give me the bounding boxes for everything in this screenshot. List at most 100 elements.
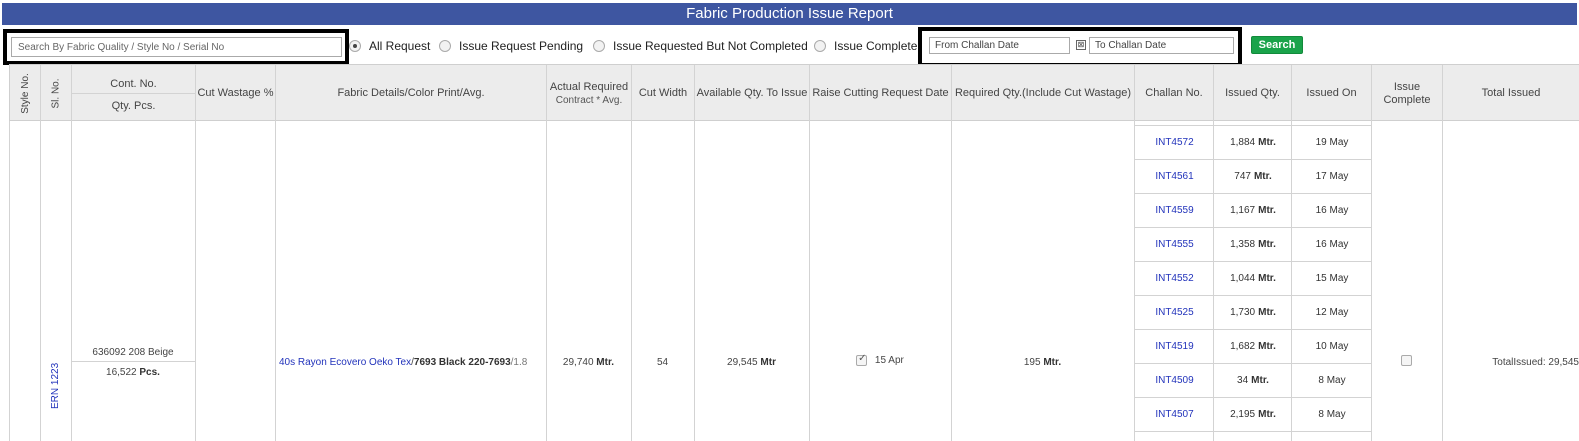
from-challan-date-input[interactable]: [929, 37, 1070, 54]
radio-dot-icon[interactable]: [439, 40, 451, 52]
issued-qty-value: 1,358: [1230, 239, 1256, 250]
issued-qty: 34 Mtr.: [1214, 375, 1292, 386]
raise-cutting-checkbox[interactable]: [856, 353, 868, 366]
color-print: 7693 Black 220-7693: [413, 357, 511, 368]
challan-no-link[interactable]: INT4559: [1135, 205, 1214, 216]
issued-qty-value: 1,044: [1230, 273, 1256, 284]
col-style-no-label: Style No.: [19, 73, 31, 114]
col-actual-required: Actual Required Contract * Avg.: [546, 65, 631, 122]
radio-dot-icon[interactable]: [349, 40, 361, 52]
radio-dot-icon[interactable]: [814, 40, 826, 52]
col-sl-no-label: Sl. No.: [50, 78, 62, 109]
radio-all-request[interactable]: All Request: [349, 38, 430, 54]
col-qty-pcs-label: Qty. Pcs.: [111, 99, 156, 112]
issued-qty-value: 34: [1237, 375, 1249, 386]
radio-label: Issue Complete: [834, 39, 918, 53]
issued-on: 19 May: [1315, 137, 1349, 148]
issued-qty: 1,167 Mtr.: [1214, 205, 1292, 216]
challan-no-link[interactable]: INT4555: [1135, 239, 1214, 250]
radio-dot-icon[interactable]: [593, 40, 605, 52]
challan-no-link[interactable]: INT4519: [1135, 341, 1214, 352]
list-item: INT4525 1,730 Mtr. 12 May: [1135, 296, 1371, 330]
fabric-quality-link[interactable]: 40s Rayon Ecovero Oeko Tex: [279, 357, 411, 368]
issued-qty: 1,682 Mtr.: [1214, 341, 1292, 352]
issued-qty-unit: Mtr.: [1258, 137, 1276, 148]
issued-qty-unit: Mtr.: [1253, 171, 1272, 182]
table-header: Style No. Sl. No. Cont. No. Qty. Pcs. Cu…: [9, 64, 1579, 122]
issued-on: 17 May: [1315, 171, 1349, 182]
divider: [631, 121, 632, 441]
issued-qty-unit: Mtr.: [1258, 239, 1276, 250]
required-qty: 195 Mtr.: [951, 357, 1134, 368]
divider: [694, 121, 695, 441]
col-challan-no: Challan No.: [1134, 65, 1213, 122]
issued-qty-value: 747: [1234, 171, 1251, 182]
search-input[interactable]: [11, 37, 342, 57]
list-item: INT4509 34 Mtr. 8 May: [1135, 364, 1371, 398]
challan-no-link[interactable]: INT4561: [1135, 171, 1214, 182]
qty-pcs-value: 16,522: [106, 367, 137, 378]
divider: [1442, 121, 1443, 441]
issued-qty-unit: Mtr.: [1251, 375, 1269, 386]
issued-qty-value: 1,884: [1230, 137, 1256, 148]
col-issue-complete-label-2: Complete: [1383, 93, 1431, 106]
required-qty-value: 195: [1023, 357, 1041, 368]
issued-qty: 1,884 Mtr.: [1214, 137, 1292, 148]
list-item: INT4507 2,195 Mtr. 8 May: [1135, 398, 1371, 432]
divider: [195, 121, 196, 441]
col-cont-no: Cont. No. Qty. Pcs.: [71, 65, 195, 122]
col-cut-width: Cut Width: [631, 65, 694, 122]
sl-no-link[interactable]: ERN 1223: [50, 345, 62, 409]
col-cut-wastage: Cut Wastage %: [195, 65, 275, 122]
filter-bar: All Request Issue Request Pending Issue …: [0, 27, 1579, 67]
issued-on: 16 May: [1315, 239, 1349, 250]
col-total-issued: Total Issued: [1442, 65, 1579, 122]
col-raise-cutting: Raise Cutting Request Date: [809, 65, 951, 122]
challan-no-link[interactable]: INT4507: [1135, 409, 1214, 420]
to-challan-date-input[interactable]: [1089, 37, 1234, 54]
clear-date-icon[interactable]: ⊠: [1076, 40, 1086, 50]
list-item: INT4552 1,044 Mtr. 15 May: [1135, 262, 1371, 296]
divider: [9, 121, 10, 441]
col-style-no: Style No.: [9, 65, 40, 122]
radio-issue-requested-not-completed[interactable]: Issue Requested But Not Completed: [593, 38, 808, 54]
qty-pcs-unit: Pcs.: [139, 367, 160, 378]
issued-qty: 747 Mtr.: [1214, 171, 1292, 182]
list-item: INT4561 747 Mtr. 17 May: [1135, 160, 1371, 194]
col-issued-on: Issued On: [1291, 65, 1371, 122]
raise-cutting-date: 15 Apr: [874, 355, 904, 367]
list-item: INT4572 1,884 Mtr. 19 May: [1135, 126, 1371, 160]
issued-qty: 1,044 Mtr.: [1214, 273, 1292, 284]
sl-no-text: ERN 1223: [50, 362, 61, 409]
challan-no-link[interactable]: INT4509: [1135, 375, 1214, 386]
cut-width: 54: [656, 357, 669, 368]
col-issue-complete: Issue Complete: [1371, 65, 1442, 122]
divider: [40, 121, 41, 441]
fabric-details: 40s Rayon Ecovero Oeko Tex/7693 Black 22…: [279, 357, 543, 368]
issued-on: 8 May: [1318, 375, 1346, 386]
issued-on: 8 May: [1318, 409, 1346, 420]
qty-pcs: 16,522 Pcs.: [71, 367, 195, 378]
actual-required: 29,740 Mtr.: [546, 357, 631, 368]
radio-issue-request-pending[interactable]: Issue Request Pending: [439, 38, 583, 54]
issue-complete-checkbox[interactable]: [1401, 355, 1412, 366]
challan-no-link[interactable]: INT4552: [1135, 273, 1214, 284]
issued-qty: 1,730 Mtr.: [1214, 307, 1292, 318]
col-fabric-details: Fabric Details/Color Print/Avg.: [275, 65, 546, 122]
issued-qty-unit: Mtr.: [1258, 205, 1276, 216]
search-button[interactable]: Search: [1251, 36, 1303, 54]
divider: [809, 121, 810, 441]
col-actual-required-sub: Contract * Avg.: [555, 94, 623, 106]
cont-no: 636092 208 Beige: [92, 347, 174, 358]
challan-no-link[interactable]: INT4572: [1135, 137, 1214, 148]
actual-required-unit: Mtr.: [596, 357, 615, 368]
challan-no-link[interactable]: INT4525: [1135, 307, 1214, 318]
divider: [546, 121, 547, 441]
divider: [951, 121, 952, 441]
required-qty-unit: Mtr.: [1043, 357, 1062, 368]
radio-label: Issue Requested But Not Completed: [613, 39, 808, 53]
available-qty: 29,545 Mtr: [694, 357, 809, 368]
available-qty-unit: Mtr: [760, 357, 776, 368]
radio-issue-complete[interactable]: Issue Complete: [814, 38, 917, 54]
issued-qty-unit: Mtr.: [1258, 409, 1276, 420]
